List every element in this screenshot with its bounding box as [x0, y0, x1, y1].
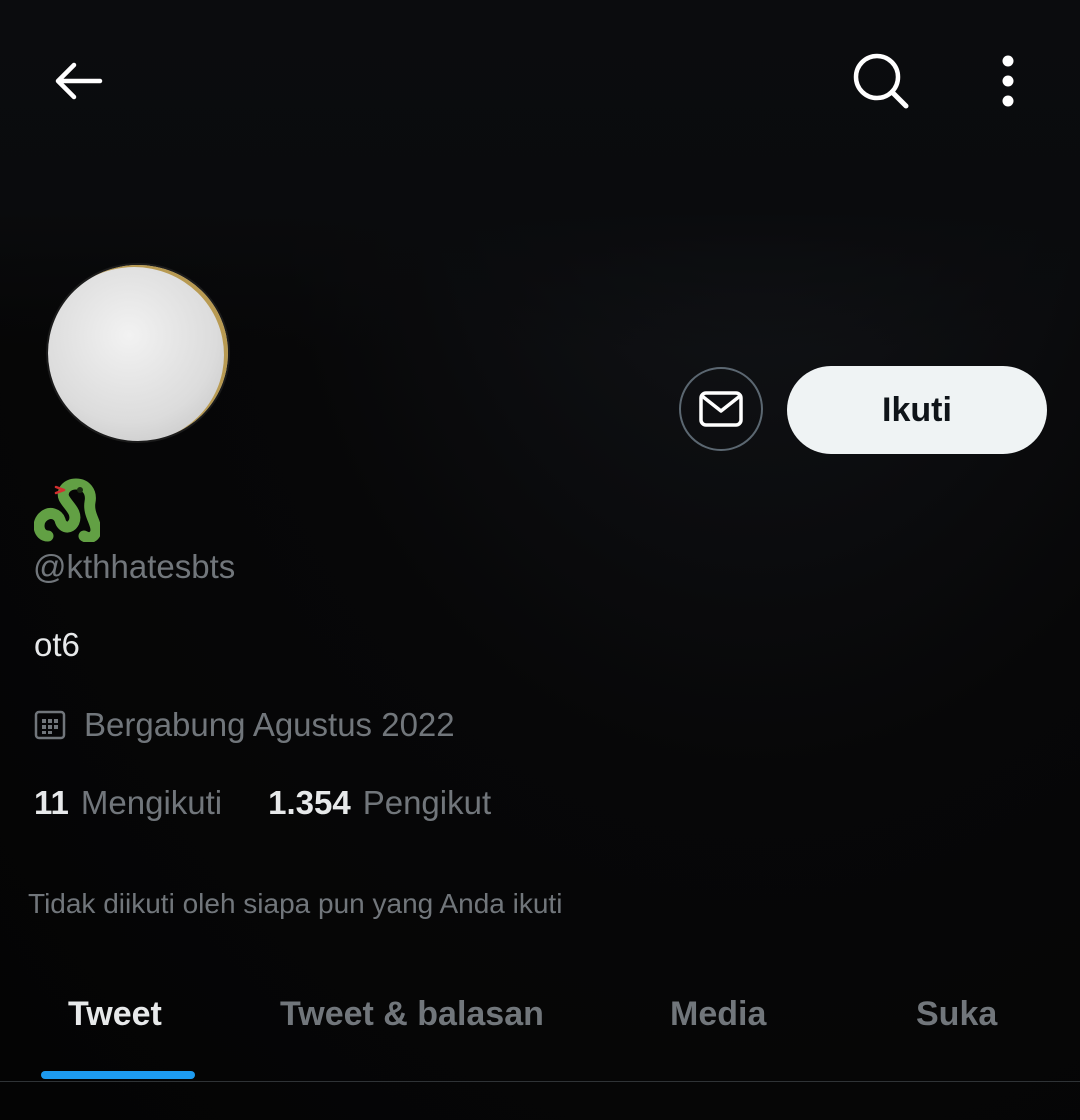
profile-tabs: Tweet Tweet & balasan Media Suka [0, 975, 1080, 1082]
arrow-left-icon [55, 62, 103, 100]
avatar[interactable] [48, 265, 228, 441]
profile-stats: 11 Mengikuti 1.354 Pengikut [34, 784, 491, 822]
following-count: 11 [34, 784, 69, 821]
followers-link[interactable]: 1.354 Pengikut [268, 784, 491, 822]
search-icon [853, 53, 909, 109]
calendar-icon [34, 709, 66, 741]
more-options-button[interactable] [978, 45, 1038, 117]
back-button[interactable] [40, 48, 116, 114]
tab-media[interactable]: Media [670, 995, 766, 1034]
active-tab-indicator [41, 1071, 195, 1079]
tab-tweet-replies[interactable]: Tweet & balasan [280, 995, 544, 1034]
profile-screen: Ikuti @kthhatesbts ot6 Bergabung Agustus… [0, 0, 1080, 1120]
joined-text: Bergabung Agustus 2022 [84, 706, 455, 743]
following-label: Mengikuti [80, 784, 223, 821]
followed-by-note: Tidak diikuti oleh siapa pun yang Anda i… [28, 888, 563, 919]
message-button[interactable] [679, 367, 763, 451]
envelope-icon [699, 391, 743, 427]
search-button[interactable] [845, 45, 917, 117]
joined-date: Bergabung Agustus 2022 [34, 704, 455, 746]
profile-handle: @kthhatesbts [33, 548, 236, 585]
following-link[interactable]: 11 Mengikuti [34, 784, 222, 822]
tab-tweet[interactable]: Tweet [68, 995, 162, 1034]
follow-button[interactable]: Ikuti [787, 366, 1047, 454]
tab-likes[interactable]: Suka [916, 995, 997, 1034]
followers-label: Pengikut [362, 784, 492, 821]
more-vertical-icon [1002, 55, 1014, 107]
followers-count: 1.354 [268, 784, 351, 821]
display-name [33, 478, 102, 544]
profile-bio: ot6 [34, 626, 80, 663]
snake-emoji [33, 478, 102, 544]
